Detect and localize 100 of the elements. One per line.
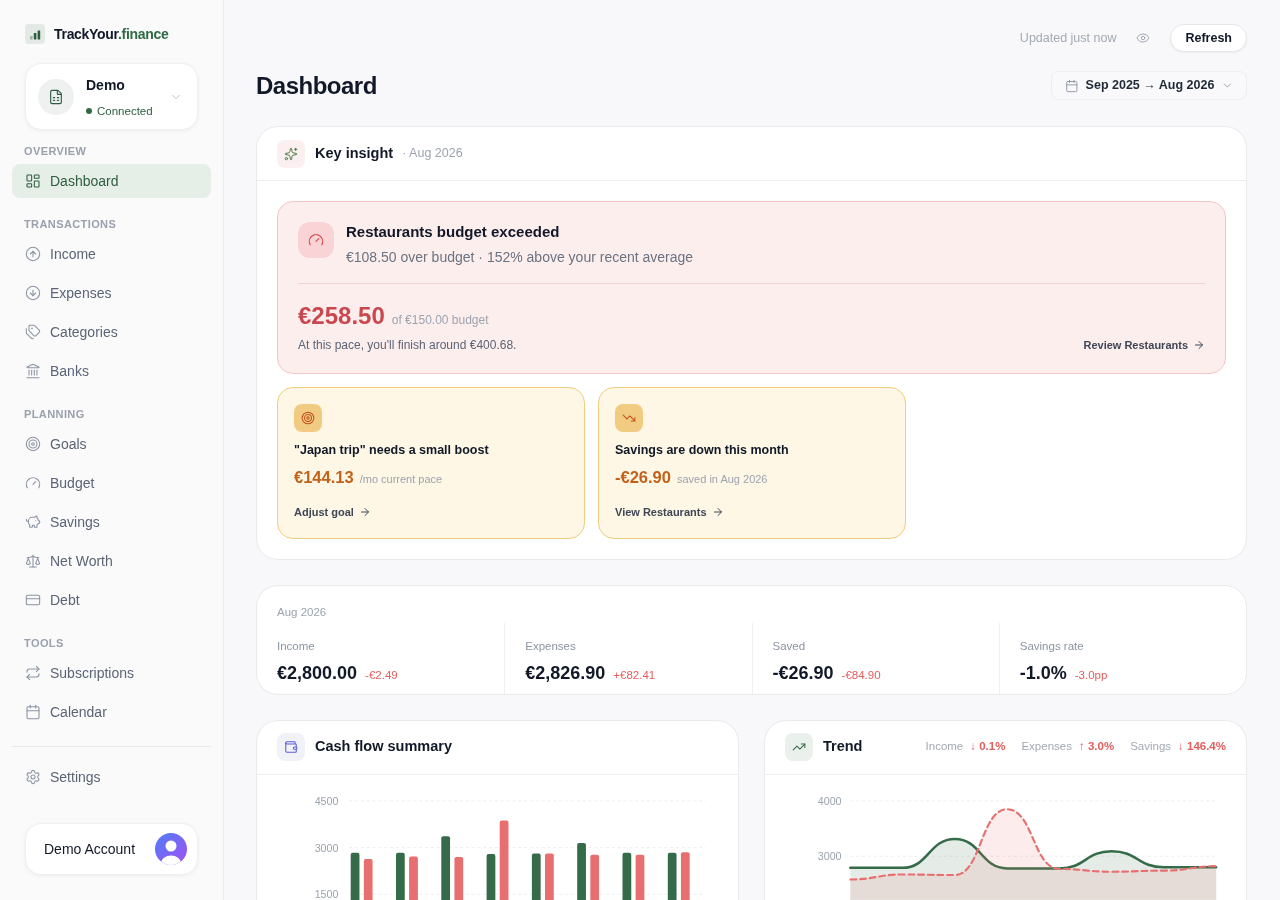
axis-tick-label: 3000 bbox=[314, 841, 339, 854]
trend-change: ↓ 146.4% bbox=[1178, 739, 1226, 755]
trend-label: Income bbox=[925, 739, 964, 755]
stat-change: -€84.90 bbox=[841, 667, 881, 683]
piggy-bank-icon bbox=[25, 514, 41, 530]
card-title: Key insight bbox=[315, 143, 394, 163]
stat-value: €2,826.90 bbox=[525, 661, 606, 684]
tip-note: saved in Aug 2026 bbox=[676, 472, 768, 487]
card-title: Trend bbox=[823, 737, 863, 757]
date-range-picker[interactable]: Sep 2025 → Aug 2026 bbox=[1051, 71, 1247, 100]
section-heading: TRANSACTIONS bbox=[23, 218, 118, 230]
tip-title: "Japan trip" needs a small boost bbox=[294, 442, 490, 458]
stat-value: -1.0% bbox=[1019, 661, 1067, 684]
nav-item[interactable]: Calendar bbox=[12, 695, 211, 729]
nav-item[interactable]: Categories bbox=[12, 315, 211, 349]
chart-bar bbox=[396, 852, 405, 900]
card-title: Cash flow summary bbox=[315, 737, 452, 757]
axis-tick-label: 4000 bbox=[817, 794, 842, 807]
review-link[interactable]: Review Restaurants bbox=[1083, 337, 1205, 353]
chart-bar bbox=[635, 854, 645, 900]
nav-item[interactable]: Savings bbox=[12, 505, 211, 539]
spent-amount: €258.50 bbox=[298, 301, 385, 331]
alert-description: €108.50 over budget · 152% above your recent average bbox=[346, 248, 694, 267]
tip-title: Savings are down this month bbox=[615, 442, 790, 458]
section-heading: PLANNING bbox=[23, 408, 86, 420]
gauge-icon bbox=[25, 475, 41, 491]
nav-item[interactable]: Goals bbox=[12, 427, 211, 461]
trend-label: Expenses bbox=[1021, 739, 1072, 755]
nav-item[interactable]: Debt bbox=[12, 583, 211, 617]
pace-note: At this pace, you'll finish around €400.68. bbox=[298, 337, 517, 353]
logo-icon bbox=[25, 24, 45, 44]
nav-item[interactable]: Banks bbox=[12, 354, 211, 388]
trending-up-icon bbox=[785, 733, 813, 761]
nav-item[interactable]: Settings bbox=[12, 760, 211, 794]
tip-amount: €144.13 bbox=[294, 467, 354, 487]
arrow-right-icon bbox=[358, 505, 371, 518]
scale-icon bbox=[25, 553, 41, 569]
settings-icon bbox=[25, 769, 41, 785]
stat-label: Income bbox=[277, 638, 316, 654]
section-heading: TOOLS bbox=[23, 637, 65, 649]
axis-tick-label: 4500 bbox=[314, 794, 339, 807]
nav-item[interactable]: Income bbox=[12, 237, 211, 271]
repeat-icon bbox=[25, 665, 41, 681]
tip-link[interactable]: View Restaurants bbox=[615, 503, 724, 520]
nav-item[interactable]: Budget bbox=[12, 466, 211, 500]
tip-note: /mo current pace bbox=[359, 472, 443, 487]
user-card[interactable]: Demo Account bbox=[25, 823, 198, 875]
chart-bar bbox=[590, 854, 600, 900]
gauge-icon bbox=[298, 222, 334, 258]
nav-item[interactable]: Subscriptions bbox=[12, 656, 211, 690]
chart-bar bbox=[363, 858, 373, 900]
alert-title: Restaurants budget exceeded bbox=[346, 222, 561, 242]
avatar-icon bbox=[155, 833, 187, 865]
section-heading: OVERVIEW bbox=[23, 145, 88, 157]
spreadsheet-icon bbox=[38, 78, 74, 115]
stat-label: Expenses bbox=[525, 638, 577, 654]
chart-bar bbox=[454, 856, 464, 900]
page-title: Dashboard bbox=[256, 70, 377, 101]
stat-label: Savings rate bbox=[1019, 638, 1085, 654]
sparkles-icon bbox=[277, 139, 305, 168]
stat-value: €2,800.00 bbox=[277, 661, 358, 684]
chart-bar bbox=[622, 852, 632, 900]
trending-down-icon bbox=[615, 404, 643, 432]
axis-tick-label: 1500 bbox=[314, 887, 339, 900]
account-card[interactable]: Demo Connected bbox=[25, 63, 198, 130]
nav-item[interactable]: Dashboard bbox=[12, 164, 211, 198]
last-updated-text: Updated just now bbox=[1019, 29, 1117, 47]
chart-bar bbox=[680, 851, 690, 900]
tip-link[interactable]: Adjust goal bbox=[294, 503, 371, 520]
period-label: Aug 2026 bbox=[277, 605, 327, 618]
chart-bar bbox=[409, 856, 418, 900]
target-icon bbox=[294, 404, 322, 432]
trend-change: ↓ 0.1% bbox=[970, 739, 1006, 755]
arrow-up-circle-icon bbox=[25, 246, 41, 262]
stat-value: -€26.90 bbox=[772, 661, 834, 684]
budget-note: of €150.00 budget bbox=[391, 312, 489, 329]
chart-bar bbox=[486, 853, 496, 900]
chart-bar bbox=[667, 852, 677, 900]
connection-status: Connected bbox=[97, 103, 153, 119]
axis-tick-label: 3000 bbox=[817, 849, 842, 862]
refresh-button[interactable]: Refresh bbox=[1170, 24, 1247, 52]
trend-change: ↑ 3.0% bbox=[1078, 739, 1115, 755]
stat-change: -3.0pp bbox=[1074, 667, 1108, 683]
brand-logo-text[interactable]: TrackYour.finance bbox=[54, 23, 169, 45]
stat-change: +€82.41 bbox=[613, 667, 656, 683]
layout-grid-icon bbox=[25, 173, 41, 189]
trend-label: Savings bbox=[1130, 739, 1172, 755]
chart-bar bbox=[545, 853, 554, 900]
chart-bar bbox=[441, 835, 451, 900]
target-icon bbox=[25, 436, 41, 452]
tags-icon bbox=[25, 324, 41, 340]
wallet-icon bbox=[277, 733, 305, 761]
tip-amount: -€26.90 bbox=[615, 467, 671, 487]
bank-icon bbox=[25, 363, 41, 379]
eye-icon[interactable] bbox=[1136, 31, 1151, 45]
user-name: Demo Account bbox=[44, 839, 136, 859]
arrow-right-icon bbox=[711, 505, 724, 518]
nav-item[interactable]: Net Worth bbox=[12, 544, 211, 578]
nav-item[interactable]: Expenses bbox=[12, 276, 211, 310]
account-name: Demo bbox=[86, 75, 126, 95]
